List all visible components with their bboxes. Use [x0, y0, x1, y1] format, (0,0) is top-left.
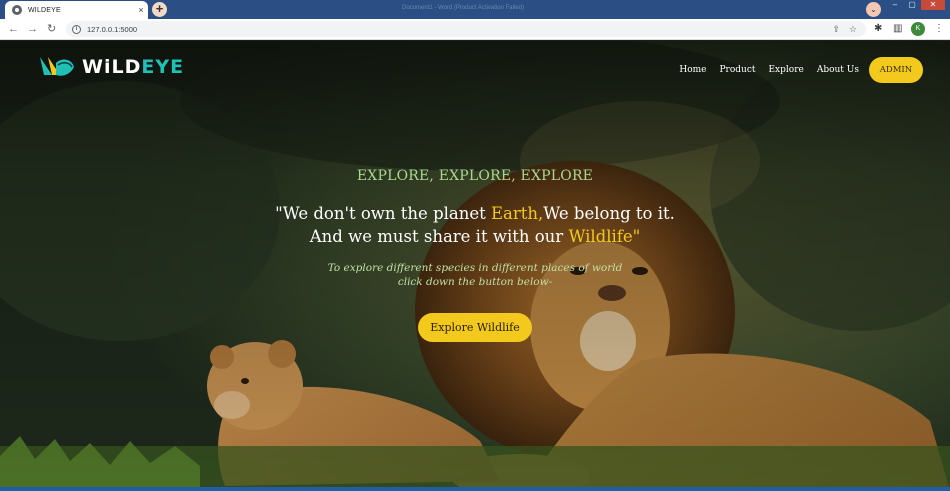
browser-tab[interactable]: WILDEYE ×: [5, 1, 148, 19]
globe-icon: [12, 5, 22, 15]
sidepanel-icon[interactable]: ▥: [893, 23, 902, 35]
new-tab-button[interactable]: +: [152, 2, 167, 17]
background-window-title: Document1 - Word (Product Activation Fai…: [402, 5, 524, 11]
quote-close-mark: ": [632, 227, 641, 246]
address-bar[interactable]: i 127.0.0.1:5000 ⇪ ☆: [66, 21, 866, 37]
quote-highlight-wildlife: Wildlife: [568, 227, 633, 246]
taskbar-edge: [0, 487, 950, 491]
site-navbar: WiLDEYE Home Product Explore About Us AD…: [0, 41, 950, 99]
tagline-line-1: To explore different species in differen…: [327, 262, 623, 274]
logo-eye-text: EYE: [141, 56, 185, 78]
maximize-icon[interactable]: ▢: [904, 0, 920, 10]
forward-arrow-icon[interactable]: →: [27, 22, 38, 36]
profile-avatar[interactable]: K: [911, 22, 925, 36]
nav-link-home[interactable]: Home: [679, 65, 706, 75]
site-logo[interactable]: WiLDEYE: [38, 55, 184, 79]
web-page: WiLDEYE Home Product Explore About Us AD…: [0, 41, 950, 491]
share-icon[interactable]: ⇪: [832, 24, 840, 35]
kebab-menu-icon[interactable]: ⋮: [934, 23, 944, 35]
info-icon[interactable]: i: [72, 24, 81, 34]
star-icon[interactable]: ☆: [849, 24, 857, 35]
nav-link-explore[interactable]: Explore: [768, 65, 803, 75]
puzzle-icon[interactable]: ✱: [874, 23, 882, 35]
quote-text: We belong to it.: [543, 204, 675, 223]
tagline-line-2: click down the button below-: [397, 276, 553, 288]
quote-highlight-earth: Earth,: [491, 204, 544, 223]
window-close-icon[interactable]: ✕: [921, 0, 945, 10]
hero-eyebrow: EXPLORE, EXPLORE, EXPLORE: [356, 168, 594, 184]
admin-button[interactable]: ADMIN: [869, 57, 923, 83]
hero-quote: "We don't own the planet Earth,We belong…: [0, 202, 950, 248]
browser-toolbar: ← → ↻ i 127.0.0.1:5000 ⇪ ☆ ✱ ▥ K ⋮: [0, 19, 950, 40]
back-arrow-icon[interactable]: ←: [8, 22, 19, 36]
explore-wildlife-button[interactable]: Explore Wildlife: [418, 313, 532, 342]
hero-tagline: To explore different species in differen…: [0, 261, 950, 289]
chevron-down-icon[interactable]: ⌄: [866, 2, 881, 17]
nav-menu: Home Product Explore About Us: [679, 65, 859, 75]
url-text[interactable]: 127.0.0.1:5000: [87, 25, 832, 34]
logo-wild-text: WiLD: [82, 56, 142, 78]
nav-link-about-us[interactable]: About Us: [817, 65, 859, 75]
browser-titlebar: WILDEYE × + Document1 - Word (Product Ac…: [0, 0, 950, 19]
tab-title: WILDEYE: [28, 6, 61, 14]
reload-icon[interactable]: ↻: [47, 22, 56, 36]
quote-text: And we must share it with our: [309, 227, 569, 246]
minimize-icon[interactable]: –: [887, 0, 903, 10]
leaf-logo-icon: [40, 57, 74, 76]
quote-text: "We don't own the planet: [275, 204, 492, 223]
logo-text: WiLDEYE: [82, 56, 184, 78]
tab-close-icon[interactable]: ×: [134, 5, 148, 15]
nav-link-product[interactable]: Product: [719, 65, 755, 75]
